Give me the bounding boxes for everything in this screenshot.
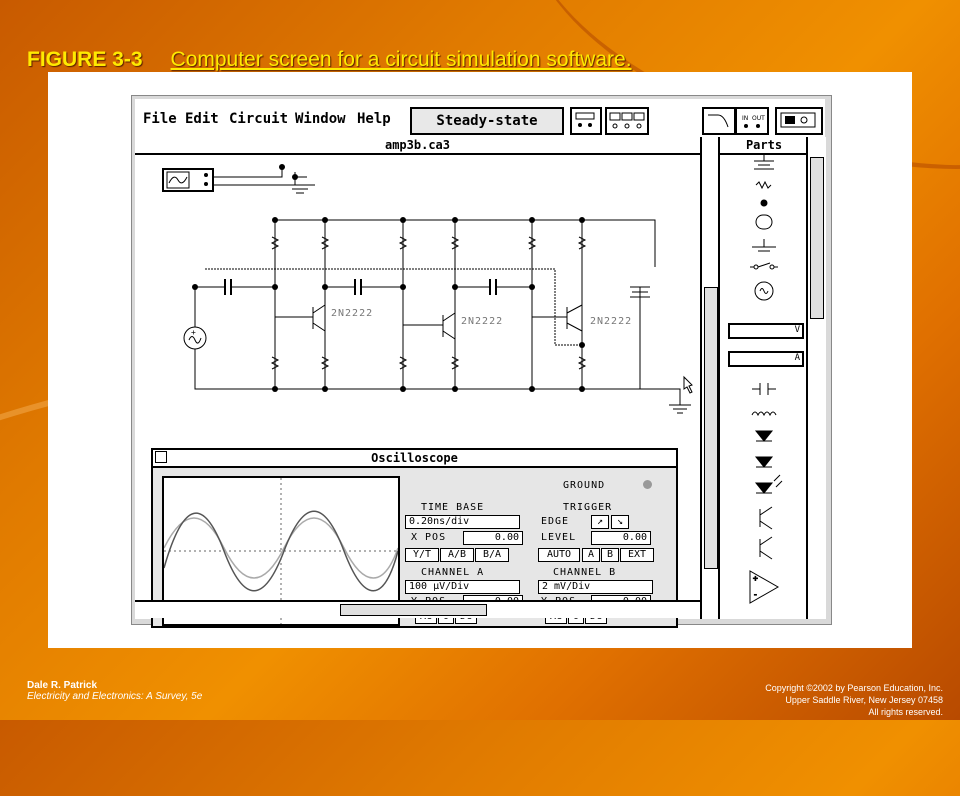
footer-author-block: Dale R. Patrick Electricity and Electron… — [27, 680, 202, 702]
auto-button[interactable]: AUTO — [538, 548, 580, 562]
channel-b-scale-field[interactable]: 2 mV/Div — [538, 580, 653, 594]
trigger-a-button[interactable]: A — [582, 548, 600, 562]
trigger-b-button[interactable]: B — [601, 548, 619, 562]
figure-title: FIGURE 3-3 Computer screen for a circuit … — [27, 48, 632, 72]
transistor-label: 2N2222 — [590, 316, 633, 327]
analysis-mode-button[interactable]: Steady-state — [410, 107, 564, 135]
rights-text: All rights reserved. — [868, 707, 943, 717]
time-base-field[interactable]: 0.20ns/div — [405, 515, 520, 529]
bode-plotter-icon[interactable] — [702, 107, 736, 135]
falling-edge-button[interactable]: ↘ — [611, 515, 629, 529]
svg-text:IN: IN — [742, 115, 748, 122]
transistor-label: 2N2222 — [461, 316, 504, 327]
channel-b-label: CHANNEL B — [553, 567, 617, 578]
copyright-text: Copyright ©2002 by Pearson Education, In… — [765, 683, 943, 693]
svg-text:+: + — [753, 574, 758, 583]
book-title: Electricity and Electronics: A Survey, 5… — [27, 691, 203, 702]
parts-scrollbar[interactable] — [806, 137, 826, 619]
voltmeter-part[interactable]: V — [728, 323, 804, 339]
svg-text:-: - — [753, 590, 758, 599]
menu-circuit[interactable]: Circuit — [229, 111, 288, 127]
vertical-scroll-thumb[interactable] — [704, 287, 718, 569]
ext-button[interactable]: EXT — [620, 548, 654, 562]
x-pos-field[interactable]: 0.00 — [463, 531, 523, 545]
footer-copyright-block: Copyright ©2002 by Pearson Education, In… — [765, 682, 943, 718]
level-field[interactable]: 0.00 — [591, 531, 651, 545]
ba-button[interactable]: B/A — [475, 548, 509, 562]
menu-edit[interactable]: Edit — [185, 111, 219, 127]
menu-window[interactable]: Window — [295, 111, 346, 127]
instrument-icon[interactable] — [605, 107, 649, 135]
schematic-window[interactable]: amp3b.ca3 + 2N2222 2N2222 2N2222 Oscillo… — [135, 137, 702, 628]
figure-number: FIGURE 3-3 — [27, 48, 143, 71]
yt-button[interactable]: Y/T — [405, 548, 439, 562]
ab-button[interactable]: A/B — [440, 548, 474, 562]
x-pos-label: X POS — [411, 532, 447, 543]
channel-a-label: CHANNEL A — [421, 567, 485, 578]
parts-scroll-thumb[interactable] — [810, 157, 824, 319]
menu-bar: File Edit Circuit Window Help Steady-sta… — [135, 99, 825, 139]
parts-bin[interactable]: Parts V A + - — [718, 137, 808, 619]
trigger-label: TRIGGER — [563, 502, 613, 513]
in-out-icon[interactable]: IN OUT — [735, 107, 769, 135]
transistor-label: 2N2222 — [331, 308, 374, 319]
close-box-icon[interactable] — [155, 451, 167, 463]
svg-text:+: + — [191, 328, 196, 337]
publisher-address: Upper Saddle River, New Jersey 07458 — [785, 695, 943, 705]
horizontal-scrollbar[interactable] — [135, 600, 700, 618]
menu-file[interactable]: File — [143, 111, 177, 127]
svg-text:OUT: OUT — [752, 115, 765, 122]
menu-help[interactable]: Help — [357, 111, 391, 127]
channel-a-scale-field[interactable]: 100 µV/Div — [405, 580, 520, 594]
app-screenshot: File Edit Circuit Window Help Steady-sta… — [131, 95, 832, 628]
figure-caption: Computer screen for a circuit simulation… — [170, 48, 632, 71]
edge-label: EDGE — [541, 516, 570, 527]
rising-edge-button[interactable]: ↗ — [591, 515, 609, 529]
author-name: Dale R. Patrick — [27, 680, 98, 691]
power-switch-icon[interactable] — [775, 107, 823, 135]
ground-label: GROUND — [563, 480, 606, 491]
level-label: LEVEL — [541, 532, 577, 543]
ground-terminal-icon[interactable] — [643, 480, 652, 489]
meter-icon[interactable] — [570, 107, 602, 135]
ammeter-part[interactable]: A — [728, 351, 804, 367]
parts-title: Parts — [720, 137, 808, 155]
time-base-label: TIME BASE — [421, 502, 485, 513]
parts-icons-lower: +- — [749, 383, 783, 604]
horizontal-scroll-thumb[interactable] — [340, 604, 487, 616]
vertical-scrollbar[interactable] — [700, 137, 720, 619]
oscilloscope-title: Oscilloscope — [153, 450, 676, 468]
